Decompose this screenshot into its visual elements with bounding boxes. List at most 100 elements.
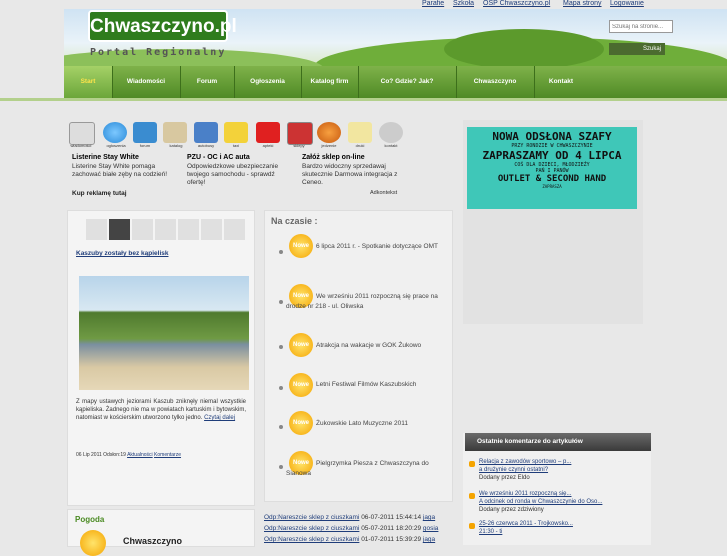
site-logo[interactable]: Chwaszczyno.pl [88,10,237,42]
icon-label: forum [139,143,151,148]
nav-forum[interactable]: Forum [180,66,235,98]
news-item[interactable]: Atrakcja na wakacje w GOK Żukowo [286,341,446,351]
ad-title[interactable]: Załóż sklep on-line [302,154,365,161]
nav-wiadomosci[interactable]: Wiadomości [112,66,181,98]
comment-item: 25-26 czerwca 2011 - Trojkowsko... 21:30 … [479,520,649,536]
comments-link[interactable]: Komentarze [154,452,181,458]
forum-user[interactable]: gosia [423,525,439,532]
article-title[interactable]: Kaszuby zostały bez kąpielisk [76,250,168,257]
chat-icon[interactable] [133,122,157,143]
article-text: Z mapy ustawych jeziorami Kaszub zniknęł… [76,399,246,421]
ad-text: Listerine Stay White pomaga zachować bia… [72,163,168,178]
slider-thumb[interactable] [132,219,153,240]
toplink-logowanie[interactable]: Logowanie [610,0,644,7]
bullet [279,345,283,349]
news-item[interactable]: Pielgrzymka Piesza z Chwaszczyna do Sian… [286,459,446,479]
forum-link[interactable]: Odp:Nareszcie sklep z ciuszkami [264,514,359,521]
buy-ad-link[interactable]: Kup reklamę tutaj [72,190,127,197]
sun-icon [80,530,106,556]
weather-title: Pogoda [75,515,105,524]
icon-label: apteki [262,143,274,148]
slider-thumb[interactable] [155,219,176,240]
article-meta: 06 Lip 2011 Odsłon:19 Aktualności Koment… [76,452,182,458]
news-item[interactable]: 6 lipca 2011 r. - Spotkanie dotyczące OM… [286,242,446,252]
news-item[interactable]: We wrześniu 2011 rozpoczną się prace na … [286,292,446,312]
promo-banner[interactable]: NOWA ODSŁONA SZAFY PRZY RONDZIE W CHWASZ… [467,127,637,209]
nav-chwaszczyno[interactable]: Chwaszczyno [456,66,535,98]
forum-link[interactable]: Odp:Nareszcie sklep z ciuszkami [264,525,359,532]
comment-link[interactable]: Relacja z zawodów sportowo – p... [479,459,571,465]
toplink-parafie[interactable]: Parafie [422,0,444,7]
comment-item: Relacja z zawodów sportowo – p... a druży… [479,459,572,481]
ad-text: Bardzo widoczny sprzedawaj skutecznie Da… [302,163,398,186]
bullet [279,425,283,429]
icon-label: ogłoszenia [106,143,126,148]
site-tagline: Portal Regionalny [90,47,227,58]
bullet [279,300,283,304]
bus-icon[interactable] [194,122,218,143]
toplink-osp[interactable]: OSP Chwaszczyno.pl [483,0,550,7]
slider-thumb-active[interactable] [109,219,130,240]
bullet [279,386,283,390]
comment-icon [469,461,475,467]
article-photo[interactable] [79,276,249,390]
icon-label: katalog [169,143,183,148]
forum-user[interactable]: jaga [423,536,435,543]
search-input[interactable] [609,20,673,33]
nav-co-gdzie-jak[interactable]: Co? Gdzie? Jak? [358,66,457,98]
icon-label: jedzenie [321,143,337,148]
comments-title: Ostatnie komentarze do artykułów [465,433,651,451]
comment-link[interactable]: 25-26 czerwca 2011 - Trojkowsko... [479,521,573,527]
ad-title[interactable]: PZU - OC i AC auta [187,154,250,161]
icon-label: sklepy [293,143,305,148]
icon-label: wiadomości [70,143,92,148]
contact-icon[interactable] [379,122,403,143]
ad-provider-link[interactable]: Adkontekst [370,190,397,196]
forum-row: Odp:Nareszcie sklep z ciuszkami 05-07-20… [264,525,439,532]
slider-thumb[interactable] [224,219,245,240]
icon-label: taxi [232,143,240,148]
shop-icon[interactable] [287,122,313,145]
toplink-mapa[interactable]: Mapa strony [563,0,602,7]
pharmacy-icon[interactable] [256,122,280,143]
comment-sub[interactable]: a drużynie czynni ostatni? [479,467,548,473]
document-icon[interactable] [348,122,372,143]
newspaper-icon[interactable] [69,122,95,145]
icon-label: autobusy [197,143,215,148]
toplink-szkola[interactable]: Szkoła [453,0,474,7]
slider-thumb[interactable] [178,219,199,240]
slider-thumb[interactable] [86,219,107,240]
comment-item: We wrześniu 2011 rozpoczną się... A odcin… [479,491,603,513]
nav-start[interactable]: Start [64,66,113,98]
nav-ogloszenia[interactable]: Ogłoszenia [234,66,302,98]
nav-katalog-firm[interactable]: Katalog firm [301,66,359,98]
icon-label: kontakt [384,143,398,148]
taxi-icon[interactable] [224,122,248,143]
food-icon[interactable] [317,122,341,143]
comment-icon [469,493,475,499]
speech-bubble-icon[interactable] [103,122,127,143]
icon-label: druki [355,143,365,148]
nav-kontakt[interactable]: Kontakt [534,66,588,98]
comment-sub[interactable]: 21:30 - ti [479,529,502,535]
ad-text: Odpowiedzkowe ubezpieczanie twojego samo… [187,163,279,186]
bullet [279,465,283,469]
topic-link[interactable]: Aktualności [127,452,153,458]
forum-link[interactable]: Odp:Nareszcie sklep z ciuszkami [264,536,359,543]
comment-sub[interactable]: A odcinek od ronda w Chwaszczynie do Oso… [479,499,602,505]
ad-title[interactable]: Listerine Stay White [72,154,139,161]
news-item[interactable]: Żukowskie Lato Muzyczne 2011 [286,419,446,429]
na-czasie-title: Na czasie : [271,216,318,226]
bullet [279,250,283,254]
slider-thumb[interactable] [201,219,222,240]
search-button[interactable]: Szukaj [609,43,665,55]
comment-icon [469,523,475,529]
folder-icon[interactable] [163,122,187,143]
forum-user[interactable]: jaga [423,514,435,521]
news-item[interactable]: Letni Festiwal Filmów Kaszubskich [286,380,446,390]
nav-divider [0,98,727,101]
forum-row: Odp:Nareszcie sklep z ciuszkami 06-07-20… [264,514,436,521]
forum-row: Odp:Nareszcie sklep z ciuszkami 01-07-20… [264,536,436,543]
read-more-link[interactable]: Czytaj dalej [204,415,235,421]
comment-link[interactable]: We wrześniu 2011 rozpoczną się... [479,491,572,497]
